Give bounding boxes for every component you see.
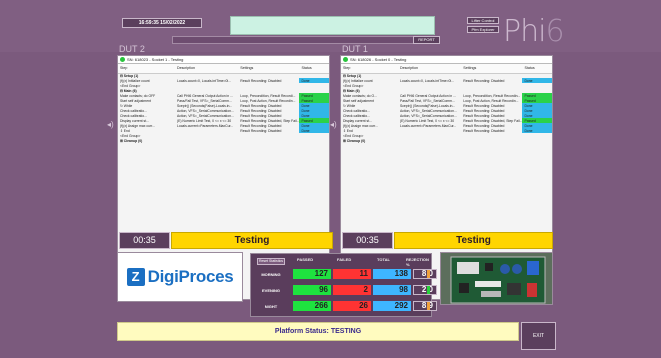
col-status[interactable]: Status: [522, 64, 552, 74]
col-status[interactable]: Status: [299, 64, 329, 74]
digiproces-logo: Z DigiProces: [117, 252, 243, 302]
cell-desc: Call PHI6 General Output Action in ...: [176, 93, 233, 98]
cell-settings: Loop, Precondition, Result Recordin...: [463, 93, 521, 98]
cell-desc: Locals.count=0, Locals.intTime=0l...: [399, 78, 454, 83]
stat-failed: 2: [333, 285, 371, 295]
cell-desc: Locals.current=Parameters.MaxCur...: [399, 123, 457, 128]
col-settings[interactable]: Settings: [238, 64, 300, 74]
exit-button[interactable]: EXIT: [521, 322, 556, 350]
reset-statistics-button[interactable]: Reset Statistics: [257, 258, 285, 265]
cell-step: ⊞ Cleanup (0): [120, 138, 143, 143]
col-description[interactable]: Description: [397, 64, 462, 74]
status-dot-icon: [120, 57, 125, 62]
col-settings[interactable]: Settings: [461, 64, 523, 74]
cell-settings: [461, 138, 522, 143]
stat-passed: 266: [293, 301, 331, 311]
rejection-flag: [427, 270, 430, 278]
cell-settings: Loop, Post Action, Result Recordin...: [463, 98, 519, 103]
cell-desc: Action, VFS=_SerialCommunication...: [399, 108, 457, 113]
digiproces-wordmark: DigiProces: [147, 267, 234, 286]
cell-settings: Result Recording: Disabled, Step Fail...: [463, 118, 523, 123]
cell-desc: Call PHI6 General Output Action in ...: [399, 93, 456, 98]
speaker-icon: ◂): [330, 120, 337, 129]
stat-rejection: 8,0: [413, 269, 437, 279]
stat-total: 292: [373, 301, 411, 311]
report-button[interactable]: REPORT: [413, 36, 440, 44]
stat-rejection: 8,9: [413, 301, 437, 311]
cell-desc: Action, VFS=_SerialCommunication...: [176, 113, 234, 118]
cell-settings: [238, 138, 299, 143]
cell-desc: Locals.current=Parameters.MaxCur...: [176, 123, 234, 128]
sequence-row[interactable]: Make contacts; do O... Call PHI6 General …: [341, 93, 552, 98]
dut1-title: DUT 1: [342, 44, 368, 54]
cell-settings: Result Recording: Disabled, Step Fail...: [240, 118, 300, 123]
cell-desc: Sceptr() (Seconds(False)-Locals.in...: [176, 103, 233, 108]
cell-desc: Locals.count=0, Locals.intTime=0l...: [176, 78, 231, 83]
dut1-header: SN: 618026 - Socket 0 - Testing: [341, 56, 552, 64]
pfm-explorer-button[interactable]: Pfm Explorer: [467, 26, 499, 33]
header-failed: FAILED: [337, 257, 352, 262]
status-dot-icon: [343, 57, 348, 62]
stat-row-label: NIGHT: [264, 304, 278, 309]
statistics-panel: Reset Statistics PASSED FAILED TOTAL REJ…: [250, 253, 437, 317]
board-image: [440, 252, 553, 305]
cell-desc: [398, 138, 461, 143]
cell-desc: Action, VFS=_SerialCommunication...: [399, 113, 457, 118]
dut2-title: DUT 2: [119, 44, 145, 54]
cell-desc: Sceptr() (Seconds(False)-Locals.in...: [399, 103, 456, 108]
header-rejection: REJECTION %: [406, 257, 429, 267]
stat-row-label: EVENING: [261, 288, 280, 293]
stat-total: 138: [373, 269, 411, 279]
cell-desc: Pass/Fail Test, VFS=_SerialComm...: [399, 98, 455, 103]
cell-settings: Loop, Post Action, Result Recordin...: [240, 98, 296, 103]
message-box: [230, 16, 435, 35]
stat-total: 98: [373, 285, 411, 295]
dut2-timer: 00:35: [119, 232, 170, 249]
stat-passed: 127: [293, 269, 331, 279]
col-description[interactable]: Description: [174, 64, 239, 74]
cell-desc: Action, VFS=_SerialCommunication...: [176, 108, 234, 113]
sequence-row[interactable]: ⊞ Cleanup (0): [118, 138, 329, 143]
cell-step: ⊞ Cleanup (0): [343, 138, 366, 143]
digiproces-mark-icon: Z: [126, 268, 145, 286]
cell-settings: Loop, Precondition, Result Recordi...: [240, 93, 296, 98]
dut2-header-label: SN: 618023 - Socket 1 - Testing: [127, 57, 184, 62]
stat-row-label: MORNING: [261, 272, 281, 277]
col-step[interactable]: Step: [341, 64, 398, 74]
cell-desc: [175, 138, 238, 143]
cell-status: [522, 138, 552, 143]
clock-display: 16:59:35 15/02/2022: [122, 18, 202, 28]
dut2-header: SN: 618023 - Socket 1 - Testing: [118, 56, 329, 64]
cell-desc: Pass/Fail Test, VFS=_SerialComm...: [176, 98, 232, 103]
dut2-status-bar: Testing: [171, 232, 333, 249]
progress-bar: [172, 36, 418, 44]
dut1-timer: 00:35: [342, 232, 393, 249]
platform-status: Platform Status: TESTING: [117, 322, 519, 341]
rejection-flag: [427, 302, 430, 310]
stat-failed: 11: [333, 269, 371, 279]
lifter-control-button[interactable]: Lifter Control: [467, 17, 499, 24]
header-total: TOTAL: [377, 257, 390, 262]
cell-desc: (E) Numeric Limit Test, 0 <= x <= 30: [399, 118, 455, 123]
rejection-flag: [427, 286, 430, 294]
phi6-logo: Phi6: [503, 14, 565, 49]
dut1-status-bar: Testing: [394, 232, 553, 249]
stat-rejection: 2,0: [413, 285, 437, 295]
sequence-row[interactable]: ⊞ Cleanup (0): [341, 138, 552, 143]
dut1-sequence-table: Step Description Settings Status ⊟ Setup…: [341, 64, 552, 143]
dut1-header-label: SN: 618026 - Socket 0 - Testing: [350, 57, 407, 62]
header-passed: PASSED: [297, 257, 314, 262]
cell-status: [299, 138, 329, 143]
speaker-icon: ◂): [107, 120, 114, 129]
stat-passed: 96: [293, 285, 331, 295]
dut2-sequence-table: Step Description Settings Status ⊟ Setup…: [118, 64, 329, 143]
stat-failed: 26: [333, 301, 371, 311]
col-step[interactable]: Step: [118, 64, 175, 74]
cell-desc: (E) Numeric Limit Test, 0 <= x <= 30: [176, 118, 232, 123]
